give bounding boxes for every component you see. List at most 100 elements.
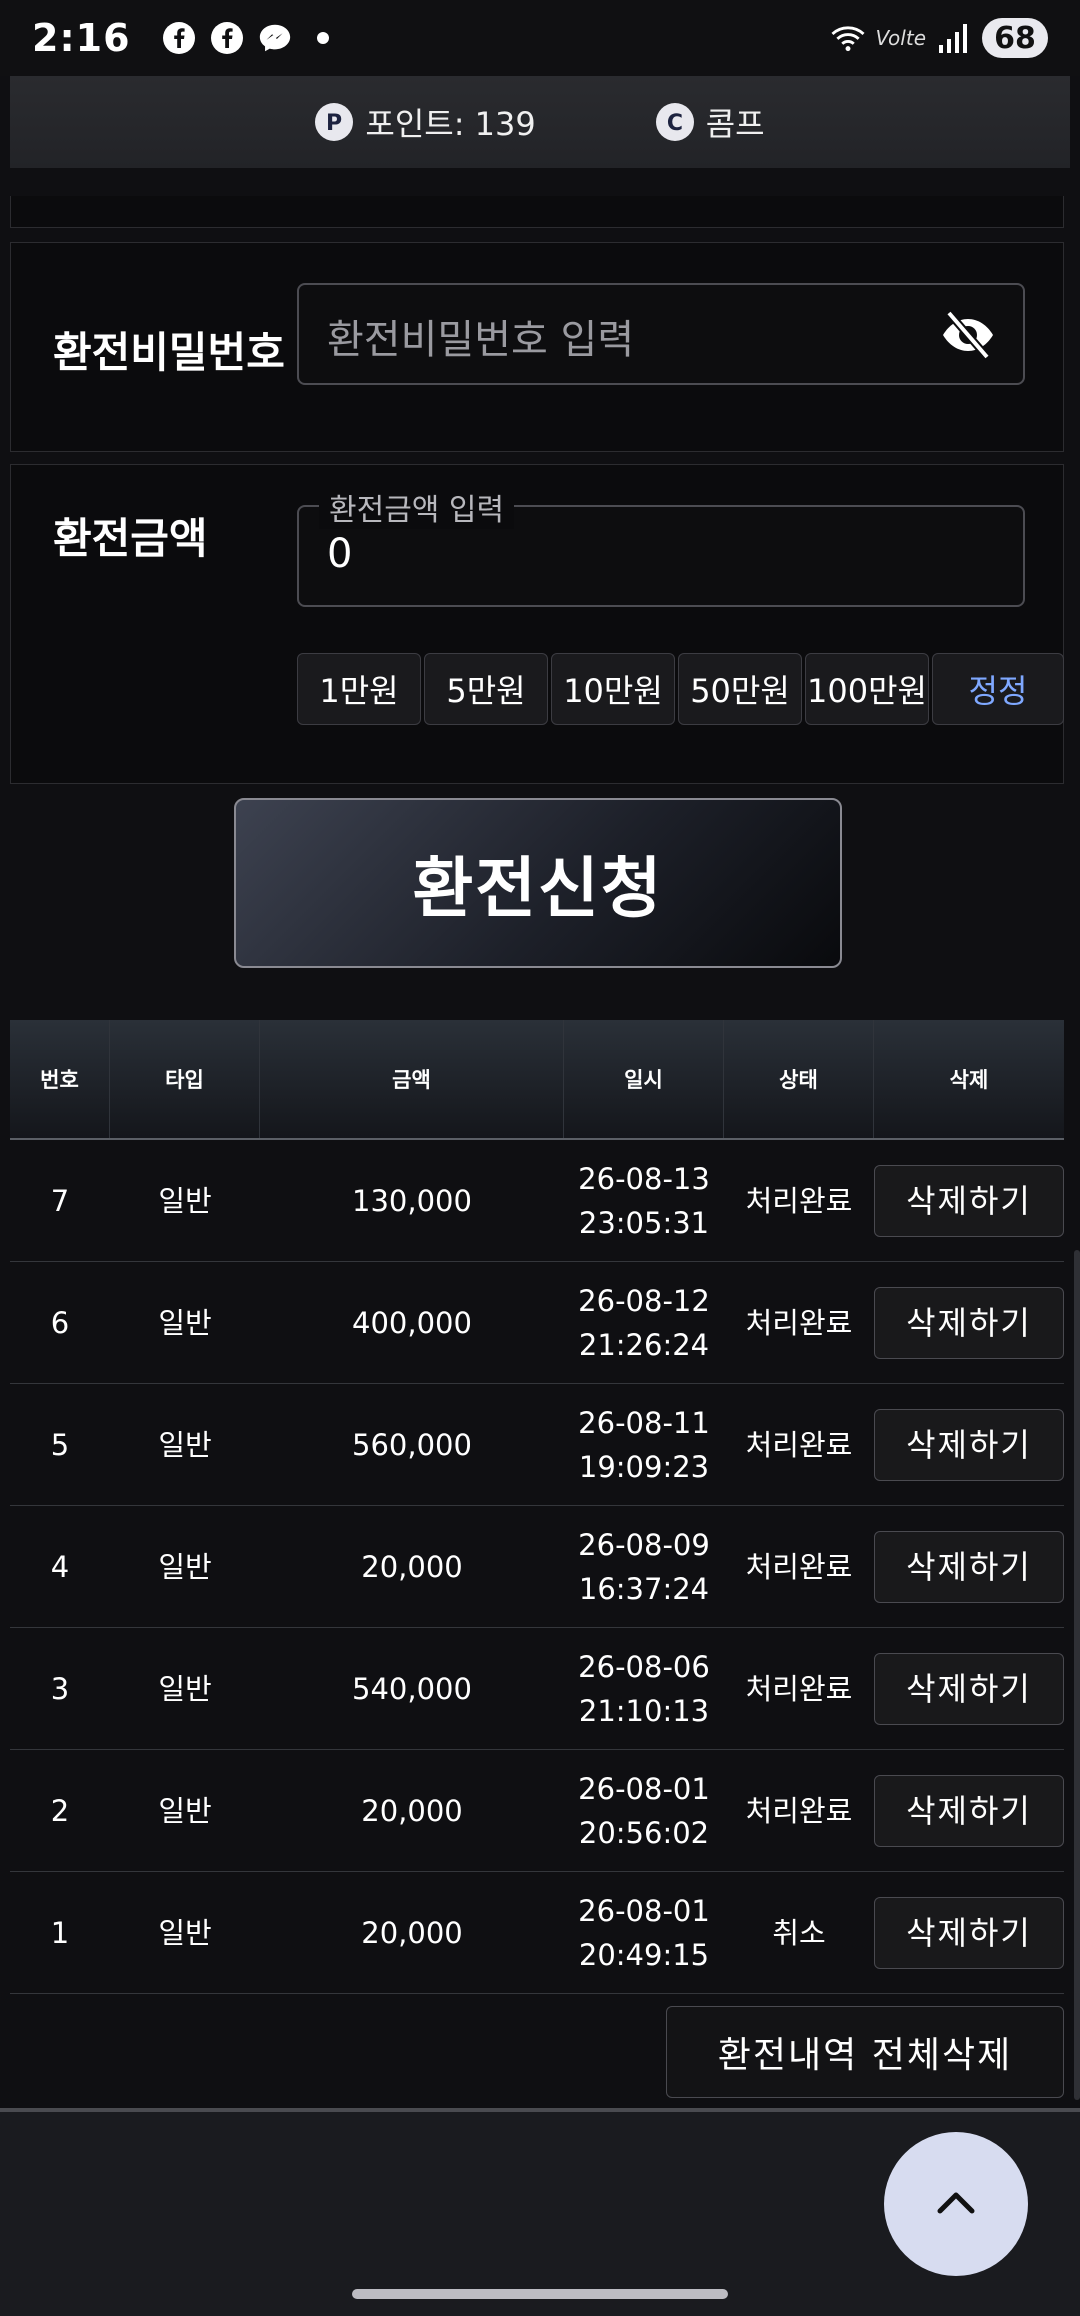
row-type: 일반 — [158, 1427, 212, 1462]
row-type: 일반 — [158, 1915, 212, 1950]
table-row: 7 일반 130,000 26-08-13 23:05:31 처리완료 삭제하기 — [10, 1140, 1064, 1262]
row-date: 26-08-01 — [578, 1771, 710, 1806]
amount-input[interactable]: 환전금액 입력 0 — [297, 485, 1025, 607]
row-datetime: 26-08-09 16:37:24 — [564, 1506, 724, 1627]
svg-text:P: P — [326, 111, 342, 136]
row-status: 처리완료 — [745, 1671, 853, 1706]
row-date: 26-08-09 — [578, 1527, 710, 1562]
row-number: 3 — [50, 1671, 70, 1706]
password-placeholder: 환전비밀번호 입력 — [327, 317, 635, 363]
status-time: 2:16 — [32, 16, 131, 60]
scrollbar[interactable] — [1074, 1250, 1080, 2100]
row-status: 처리완료 — [745, 1427, 853, 1462]
scroll-top-button[interactable] — [884, 2132, 1028, 2276]
row-amount: 560,000 — [352, 1427, 472, 1462]
delete-row-button[interactable]: 삭제하기 — [874, 1408, 1064, 1481]
amount-value: 0 — [327, 531, 353, 577]
status-right: Volte 68 — [830, 18, 1048, 58]
header-status: 상태 — [724, 1020, 874, 1138]
signal-icon — [936, 20, 972, 56]
row-delete-cell: 삭제하기 — [874, 1628, 1064, 1749]
row-type: 일반 — [158, 1793, 212, 1828]
delete-row-button[interactable]: 삭제하기 — [874, 1774, 1064, 1847]
row-time: 20:49:15 — [578, 1937, 710, 1972]
row-time: 19:09:23 — [578, 1449, 710, 1484]
quick-amount-50k-button[interactable]: 5만원 — [424, 653, 548, 725]
exchange-submit-button[interactable]: 환전신청 — [234, 798, 842, 968]
delete-row-button[interactable]: 삭제하기 — [874, 1164, 1064, 1237]
row-number: 7 — [50, 1183, 70, 1218]
row-date: 26-08-11 — [578, 1405, 710, 1440]
row-number: 6 — [50, 1305, 70, 1340]
delete-row-button[interactable]: 삭제하기 — [874, 1530, 1064, 1603]
row-datetime: 26-08-13 23:05:31 — [564, 1140, 724, 1261]
row-amount: 540,000 — [352, 1671, 472, 1706]
volte-label: Volte — [875, 26, 926, 50]
notification-dot-icon — [305, 20, 341, 56]
delete-all-history-button[interactable]: 환전내역 전체삭제 — [666, 2006, 1064, 2098]
row-amount: 130,000 — [352, 1183, 472, 1218]
row-status: 취소 — [772, 1915, 826, 1950]
amount-label: 환전금액 — [53, 514, 208, 563]
status-left: 2:16 — [32, 16, 341, 60]
exchange-history-table: 번호 타입 금액 일시 상태 삭제 7 일반 130,000 26-08-13 23:0… — [10, 1020, 1064, 1994]
row-date: 26-08-13 — [578, 1161, 710, 1196]
row-status: 처리완료 — [745, 1305, 853, 1340]
row-status: 처리완료 — [745, 1793, 853, 1828]
delete-row-button[interactable]: 삭제하기 — [874, 1652, 1064, 1725]
c-badge-icon: C — [655, 103, 694, 141]
password-panel: 환전비밀번호 환전비밀번호 입력 — [10, 242, 1064, 452]
amount-field-label: 환전금액 입력 — [319, 485, 515, 529]
gesture-nav-bar[interactable] — [352, 2289, 728, 2299]
row-datetime: 26-08-11 19:09:23 — [564, 1384, 724, 1505]
row-delete-cell: 삭제하기 — [874, 1262, 1064, 1383]
header-delete: 삭제 — [949, 1068, 989, 1092]
row-type: 일반 — [158, 1549, 212, 1584]
row-type: 일반 — [158, 1183, 212, 1218]
quick-amount-500k-button[interactable]: 50만원 — [678, 653, 802, 725]
row-amount: 20,000 — [361, 1915, 463, 1950]
delete-row-button[interactable]: 삭제하기 — [874, 1896, 1064, 1969]
facebook-icon — [209, 20, 245, 56]
row-delete-cell: 삭제하기 — [874, 1384, 1064, 1505]
panel-strip — [10, 196, 1064, 228]
row-status: 처리완료 — [745, 1549, 853, 1584]
messenger-icon — [257, 20, 293, 56]
row-date: 26-08-01 — [578, 1893, 710, 1928]
row-delete-cell: 삭제하기 — [874, 1872, 1064, 1993]
reset-amount-button[interactable]: 정정 — [932, 653, 1064, 725]
quick-amount-100k-button[interactable]: 10만원 — [551, 653, 675, 725]
facebook-icon — [161, 20, 197, 56]
table-header: 번호 타입 금액 일시 상태 삭제 — [10, 1020, 1064, 1140]
p-badge-icon: P — [315, 103, 354, 141]
row-datetime: 26-08-01 20:49:15 — [564, 1872, 724, 1993]
row-delete-cell: 삭제하기 — [874, 1750, 1064, 1871]
wifi-icon — [830, 20, 866, 56]
quick-amount-10k-button[interactable]: 1만원 — [297, 653, 421, 725]
table-row: 2 일반 20,000 26-08-01 20:56:02 처리완료 삭제하기 — [10, 1750, 1064, 1872]
password-label: 환전비밀번호 — [53, 328, 285, 377]
row-type: 일반 — [158, 1671, 212, 1706]
row-time: 16:37:24 — [578, 1571, 710, 1606]
status-bar: 2:16 Volte 68 — [0, 0, 1080, 76]
chevron-up-icon — [934, 2187, 978, 2221]
comp-label: 콤프 — [705, 105, 765, 143]
delete-row-button[interactable]: 삭제하기 — [874, 1286, 1064, 1359]
comp-display[interactable]: C 콤프 — [655, 99, 765, 145]
row-number: 2 — [50, 1793, 70, 1828]
row-amount: 400,000 — [352, 1305, 472, 1340]
eye-off-icon[interactable] — [939, 307, 997, 363]
header-amount: 금액 — [260, 1020, 564, 1138]
row-time: 23:05:31 — [578, 1205, 710, 1240]
row-delete-cell: 삭제하기 — [874, 1140, 1064, 1261]
svg-text:C: C — [667, 111, 683, 136]
table-row: 1 일반 20,000 26-08-01 20:49:15 취소 삭제하기 — [10, 1872, 1064, 1994]
row-time: 20:56:02 — [578, 1815, 710, 1850]
amount-panel: 환전금액 환전금액 입력 0 1만원 5만원 10만원 50만원 100만원 정… — [10, 464, 1064, 784]
row-number: 5 — [50, 1427, 70, 1462]
quick-amount-1m-button[interactable]: 100만원 — [805, 653, 929, 725]
row-amount: 20,000 — [361, 1793, 463, 1828]
row-number: 4 — [50, 1549, 70, 1584]
password-input[interactable]: 환전비밀번호 입력 — [297, 283, 1025, 385]
row-time: 21:26:24 — [578, 1327, 710, 1362]
